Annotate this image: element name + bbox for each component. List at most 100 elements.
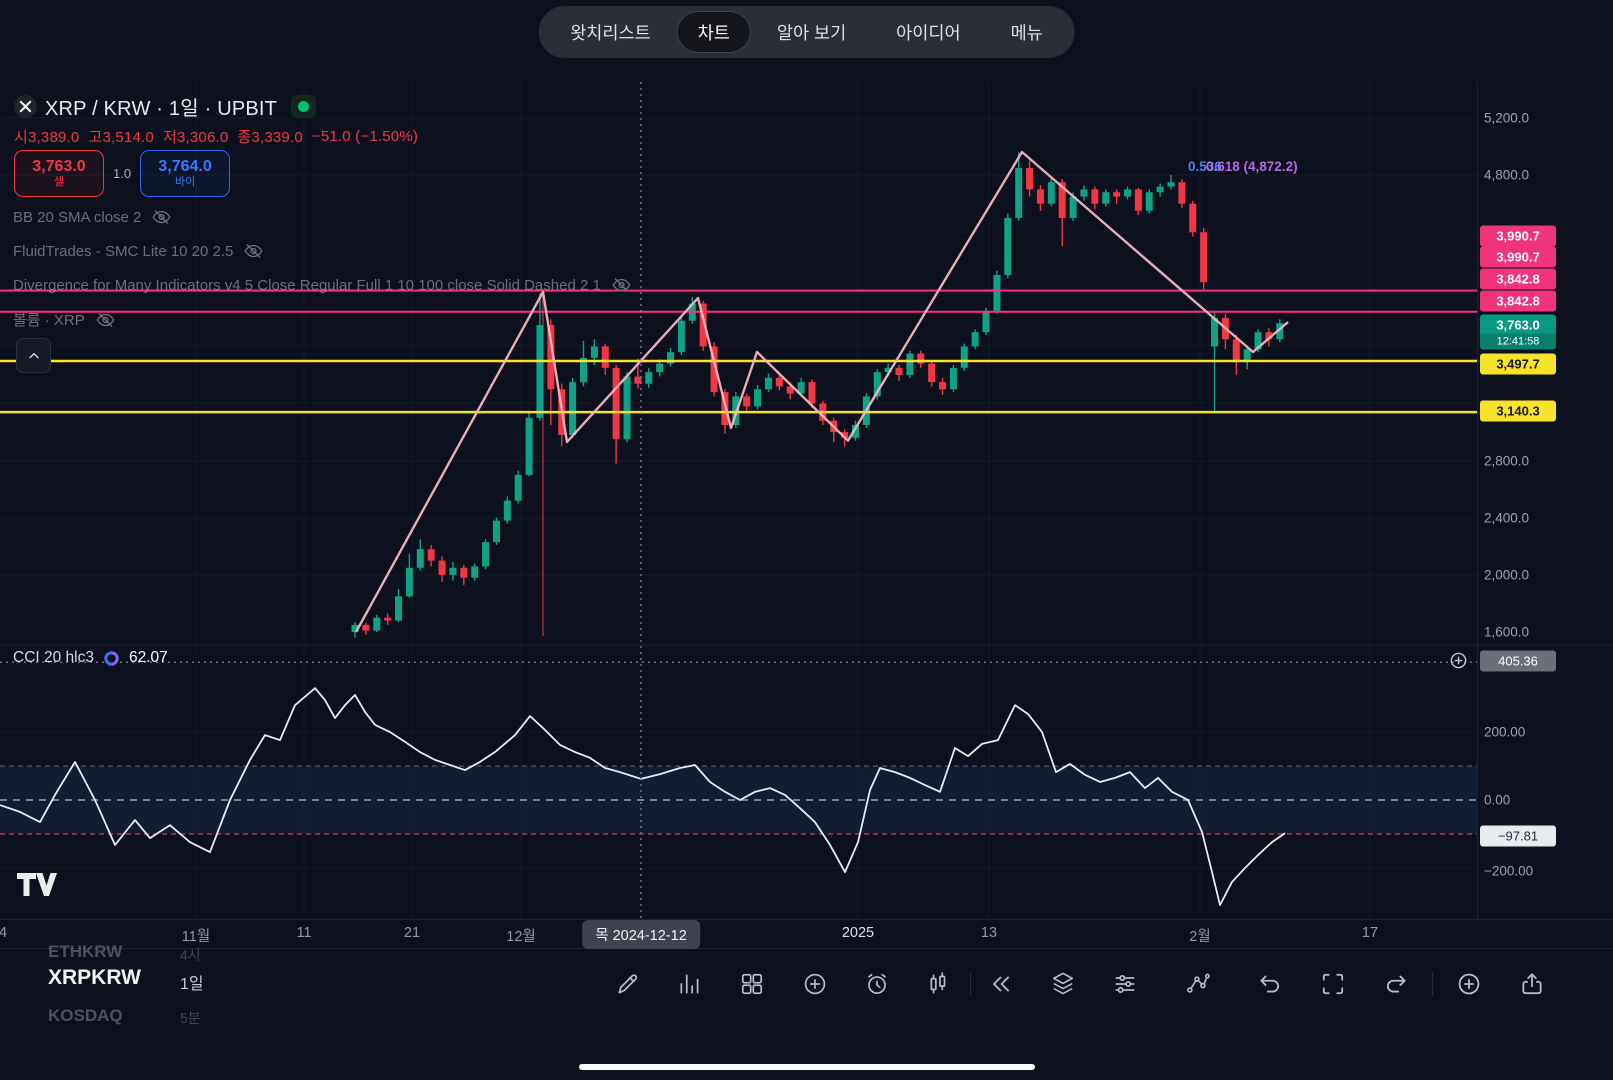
sell-price: 3,763.0 [32,158,85,176]
symbol-title: XRP / KRW · 1일 · UPBIT [45,92,277,121]
ohlc-low-value: 3,306.0 [177,129,228,146]
toolbar-separator [970,972,971,996]
indicators-icon[interactable] [668,962,712,1006]
ohlc-open-label: 시 [14,129,28,146]
next-interval[interactable]: 5분 [180,1008,201,1028]
buy-price: 3,764.0 [158,158,211,176]
indicator-label: Divergence for Many Indicators v4 5 Clos… [13,277,601,294]
indicator-row-bb[interactable]: BB 20 SMA close 2 [13,208,172,226]
time-tick: 12월 [506,925,535,946]
axis-tick: 0.00 [1484,793,1510,808]
trade-panel: 3,763.0 셀 1.0 3,764.0 바이 [14,150,230,197]
bar-countdown: 12:41:58 [1480,334,1556,350]
price-badge-gray: 405.36 [1480,651,1556,672]
price-badge-green: 3,763.012:41:58 [1480,315,1556,350]
tab-chart[interactable]: 차트 [677,11,751,53]
alerts-icon[interactable] [855,962,899,1006]
ohlc-high-value: 3,514.0 [102,129,153,146]
candlestick-series [352,152,1284,637]
draw-tool-icon[interactable] [606,962,650,1006]
next-symbol[interactable]: KOSDAQ [48,1006,123,1026]
legend-collapse-button[interactable] [16,338,51,373]
prev-symbol[interactable]: ETHKRW [48,942,122,962]
replay-icon[interactable] [979,962,1023,1006]
fib-label-0618: 0.618 (4,872.2) [1206,159,1298,174]
spread-value: 1.0 [113,166,131,181]
toolbar-separator [1432,972,1433,996]
interval-button[interactable]: 1일 [180,970,204,994]
add-icon[interactable] [793,962,837,1006]
axis-tick: 2,800.0 [1484,454,1529,469]
redo-icon[interactable] [1374,962,1418,1006]
time-tick: 13 [981,925,997,941]
objects-icon[interactable] [1041,962,1085,1006]
ohlc-change: −51.0 (−1.50%) [312,128,418,145]
buy-button[interactable]: 3,764.0 바이 [140,150,230,197]
tab-menu[interactable]: 메뉴 [987,6,1067,58]
tab-watchlist[interactable]: 왓치리스트 [546,6,675,58]
price-badge-pink: 3,990.7 [1480,247,1556,268]
ohlc-row: 시3,389.0 고3,514.0 저3,306.0 종3,339.0 −51.… [14,126,418,147]
add-symbol-icon[interactable] [1447,962,1491,1006]
indicator-label: FluidTrades - SMC Lite 10 20 2.5 [13,243,233,260]
axis-tick: 1,600.0 [1484,625,1529,640]
eye-off-icon[interactable] [243,242,264,260]
price-badge-pink: 3,842.8 [1480,269,1556,290]
cci-indicator-icon [103,650,120,667]
indicator-label: BB 20 SMA close 2 [13,209,141,226]
market-status-indicator[interactable] [291,95,316,118]
crosshair-date-badge: 목 2024-12-12 [582,920,700,949]
layouts-icon[interactable] [730,962,774,1006]
tab-explore[interactable]: 알아 보기 [753,6,870,58]
price-badge-yellow: 3,140.3 [1480,401,1556,422]
time-axis[interactable]: 목 2024-12-12 411월112112월2025132월17 [0,918,1477,948]
undo-icon[interactable] [1248,962,1292,1006]
axis-tick: 4,800.0 [1484,168,1529,183]
bottom-toolbar: ETHKRW 4시 XRPKRW 1일 KOSDAQ 5분 [0,948,1613,1022]
eye-off-icon[interactable] [151,208,172,226]
drawings-icon[interactable] [1176,962,1220,1006]
sell-button[interactable]: 3,763.0 셀 [14,150,104,197]
home-indicator[interactable] [579,1064,1035,1070]
cci-indicator-label: CCI 20 hlc3 [13,649,94,667]
ohlc-close-value: 3,339.0 [251,129,302,146]
indicator-row-volume[interactable]: 볼륨 · XRP [13,309,116,330]
symbol-button[interactable]: XRPKRW [48,966,141,990]
time-tick: 2월 [1189,925,1210,946]
time-tick: 11 [296,925,311,941]
xrp-logo-icon [14,95,37,118]
price-badge-light: −97.81 [1480,826,1556,847]
tab-ideas[interactable]: 아이디어 [872,6,984,58]
axis-tick: 5,200.0 [1484,111,1529,126]
axis-tick: 2,400.0 [1484,511,1529,526]
indicator-row-divergence[interactable]: Divergence for Many Indicators v4 5 Clos… [13,276,632,294]
bar-style-icon[interactable] [917,962,961,1006]
eye-off-icon[interactable] [611,276,632,294]
axis-tick: 200.00 [1484,725,1525,740]
buy-label: 바이 [175,176,195,189]
trading-app-screen: 왓치리스트 차트 알아 보기 아이디어 메뉴 XRP / KRW · 1일 · … [0,0,1613,1080]
market-open-dot [298,101,309,112]
symbol-header[interactable]: XRP / KRW · 1일 · UPBIT [14,92,316,121]
indicator-label: 볼륨 · XRP [13,309,85,330]
price-badge-pink: 3,842.8 [1480,291,1556,312]
settings-icon[interactable] [1103,962,1147,1006]
fullscreen-icon[interactable] [1311,962,1355,1006]
time-tick: 4 [0,925,7,941]
ohlc-open-value: 3,389.0 [28,129,79,146]
time-tick: 17 [1362,925,1378,941]
eye-off-icon[interactable] [95,311,116,329]
cci-value: 62.07 [129,649,168,667]
price-badge-pink: 3,990.7 [1480,226,1556,247]
axis-tick: −200.00 [1484,864,1533,879]
ohlc-high-label: 고 [88,129,102,146]
cci-indicator-header[interactable]: CCI 20 hlc3 62.07 [13,649,168,667]
price-badge-yellow: 3,497.7 [1480,354,1556,375]
time-tick: 2025 [842,925,874,941]
axis-add-alert-icon[interactable] [1449,651,1468,670]
indicator-row-smc[interactable]: FluidTrades - SMC Lite 10 20 2.5 [13,242,264,260]
price-axis[interactable]: 5,200.04,800.02,800.02,400.02,000.01,600… [1477,0,1613,948]
share-icon[interactable] [1510,962,1554,1006]
prev-interval[interactable]: 4시 [180,945,201,965]
tradingview-logo[interactable] [16,872,58,897]
